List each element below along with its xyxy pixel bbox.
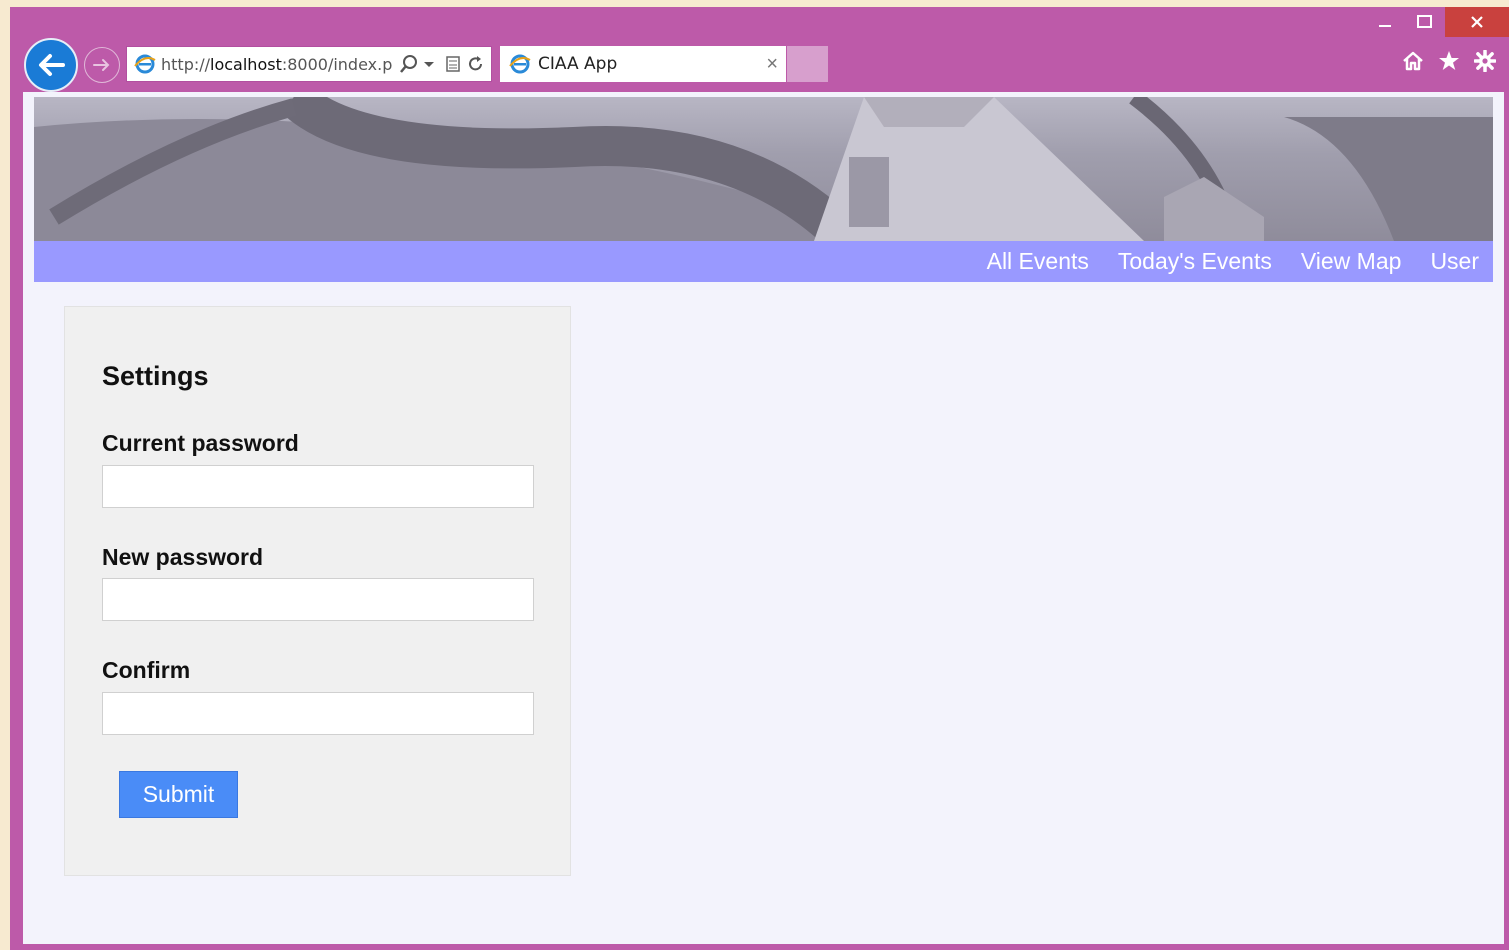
search-icon[interactable] bbox=[399, 54, 419, 74]
close-window-button[interactable] bbox=[1445, 7, 1509, 37]
browser-window: http://localhost:8000/index.ph CIAA App … bbox=[10, 7, 1509, 950]
confirm-password-field[interactable] bbox=[102, 692, 534, 735]
tab-close-icon[interactable]: × bbox=[766, 53, 778, 76]
forward-arrow-icon bbox=[93, 59, 110, 71]
confirm-password-label: Confirm bbox=[102, 657, 191, 683]
new-password-field[interactable] bbox=[102, 578, 534, 621]
minimize-icon bbox=[1379, 25, 1391, 27]
minimize-button[interactable] bbox=[1365, 7, 1405, 37]
dropdown-icon[interactable] bbox=[423, 59, 435, 69]
nav-todays-events[interactable]: Today's Events bbox=[1118, 248, 1272, 275]
url-rest: :8000/index.ph bbox=[281, 54, 393, 74]
maximize-icon bbox=[1417, 15, 1432, 28]
current-password-label: Current password bbox=[102, 430, 299, 456]
window-controls bbox=[1365, 7, 1509, 37]
tab-ciaa-app[interactable]: CIAA App × bbox=[500, 46, 786, 82]
home-icon[interactable] bbox=[1401, 49, 1425, 73]
nav-all-events[interactable]: All Events bbox=[987, 248, 1089, 275]
browser-toolbar: http://localhost:8000/index.ph CIAA App … bbox=[10, 37, 1509, 92]
maximize-button[interactable] bbox=[1405, 7, 1445, 37]
settings-gear-icon[interactable] bbox=[1473, 49, 1497, 73]
address-bar[interactable]: http://localhost:8000/index.ph bbox=[126, 46, 492, 82]
settings-title: Settings bbox=[102, 361, 209, 391]
ie-logo-icon bbox=[133, 52, 157, 76]
url-host: localhost bbox=[210, 54, 282, 74]
refresh-icon[interactable] bbox=[467, 55, 485, 73]
submit-button[interactable]: Submit bbox=[119, 771, 238, 818]
top-nav: All Events Today's Events View Map User bbox=[34, 241, 1493, 282]
close-icon bbox=[1471, 16, 1483, 28]
tab-title: CIAA App bbox=[538, 54, 618, 74]
settings-panel: Settings Current password New password C… bbox=[64, 306, 571, 876]
compat-view-icon[interactable] bbox=[445, 55, 461, 73]
back-arrow-icon bbox=[39, 54, 65, 76]
page-viewport: All Events Today's Events View Map User … bbox=[23, 92, 1504, 944]
header-banner-image bbox=[34, 97, 1493, 241]
ie-logo-icon bbox=[508, 52, 532, 76]
forward-button[interactable] bbox=[84, 47, 120, 83]
current-password-field[interactable] bbox=[102, 465, 534, 508]
favorites-star-icon[interactable] bbox=[1437, 49, 1461, 73]
browser-right-icons bbox=[1401, 49, 1497, 73]
new-password-label: New password bbox=[102, 544, 264, 570]
nav-view-map[interactable]: View Map bbox=[1301, 248, 1402, 275]
nav-user[interactable]: User bbox=[1430, 248, 1479, 275]
back-button[interactable] bbox=[24, 38, 78, 92]
url-text[interactable]: http://localhost:8000/index.ph bbox=[161, 55, 393, 74]
new-tab-button[interactable] bbox=[787, 46, 828, 82]
url-prefix: http:// bbox=[161, 54, 211, 74]
banner-photo bbox=[34, 97, 1493, 241]
